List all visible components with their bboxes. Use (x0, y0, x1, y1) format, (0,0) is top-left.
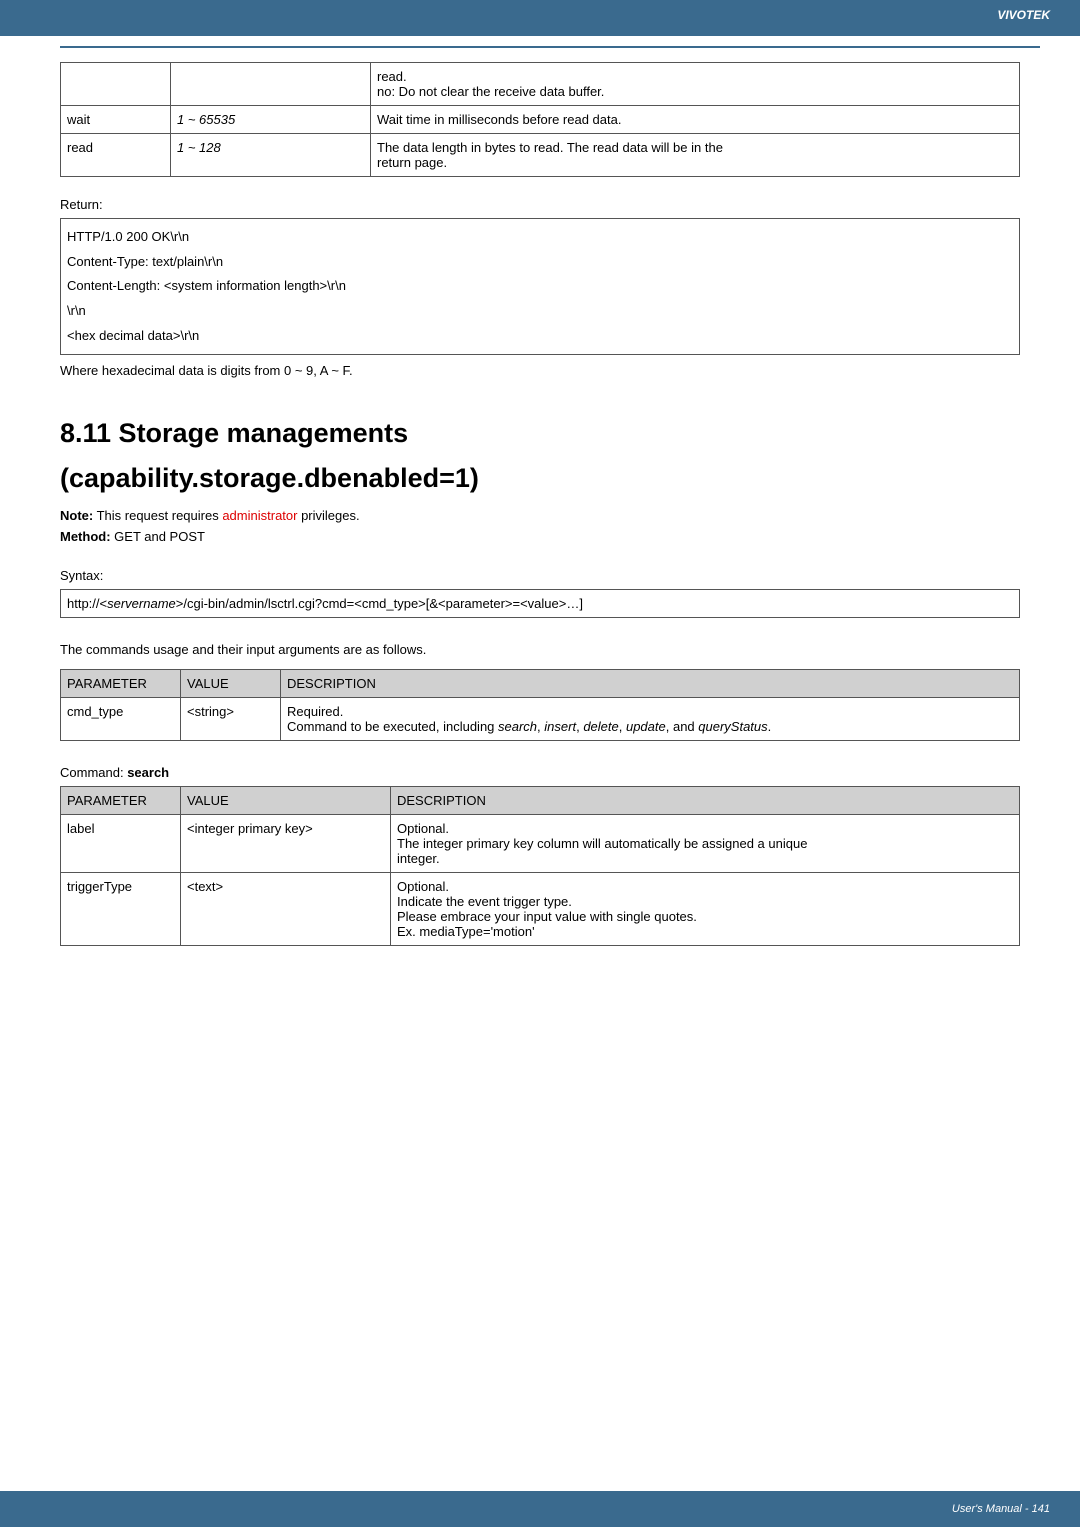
cell-text: no: Do not clear the receive data buffer… (377, 84, 1013, 99)
table-row: label <integer primary key> Optional. Th… (61, 815, 1020, 873)
cell-text: Command to be executed, including search… (287, 719, 1013, 734)
hex-note: Where hexadecimal data is digits from 0 … (60, 363, 1020, 378)
method-prefix: Method: (60, 529, 111, 544)
brand-label: VIVOTEK (997, 8, 1050, 22)
cell-param: triggerType (61, 873, 181, 946)
cell-desc: Optional. The integer primary key column… (391, 815, 1020, 873)
cell-text: The integer primary key column will auto… (397, 836, 1013, 851)
return-line: HTTP/1.0 200 OK\r\n (67, 225, 1013, 250)
table-header: PARAMETER VALUE DESCRIPTION (61, 670, 1020, 698)
cell-value: <integer primary key> (181, 815, 391, 873)
cmd-word: update (626, 719, 666, 734)
cell-param: read (61, 134, 171, 177)
syntax-text: >/cgi-bin/admin/lsctrl.cgi?cmd=<cmd_type… (176, 596, 583, 611)
cell-text: Please embrace your input value with sin… (397, 909, 1013, 924)
method-text: GET and POST (111, 529, 205, 544)
cell-desc: Optional. Indicate the event trigger typ… (391, 873, 1020, 946)
syntax-label: Syntax: (60, 568, 1020, 583)
param-table-2: PARAMETER VALUE DESCRIPTION label <integ… (60, 786, 1020, 946)
cmd-word: queryStatus (698, 719, 767, 734)
cell-empty (171, 63, 371, 106)
section-heading-1: 8.11 Storage managements (60, 418, 1020, 449)
table-row: read. no: Do not clear the receive data … (61, 63, 1020, 106)
table-row: cmd_type <string> Required. Command to b… (61, 698, 1020, 741)
cell-desc: read. no: Do not clear the receive data … (371, 63, 1020, 106)
return-label: Return: (60, 197, 1020, 212)
usage-line: The commands usage and their input argum… (60, 642, 1020, 657)
cmd-sep: , and (666, 719, 699, 734)
header-description: DESCRIPTION (281, 670, 1020, 698)
cell-text: Required. (287, 704, 1013, 719)
header-value: VALUE (181, 670, 281, 698)
cell-text: return page. (377, 155, 1013, 170)
command-name: search (127, 765, 169, 780)
section-heading-2: (capability.storage.dbenabled=1) (60, 463, 1020, 494)
cell-text: integer. (397, 851, 1013, 866)
header-parameter: PARAMETER (61, 787, 181, 815)
cmd-word: search (498, 719, 537, 734)
cell-param: cmd_type (61, 698, 181, 741)
syntax-server: servername (107, 596, 176, 611)
cell-value: <text> (181, 873, 391, 946)
return-line: <hex decimal data>\r\n (67, 324, 1013, 349)
cell-value: 1 ~ 65535 (171, 106, 371, 134)
cell-param: label (61, 815, 181, 873)
cell-text: Optional. (397, 821, 1013, 836)
header-description: DESCRIPTION (391, 787, 1020, 815)
cell-desc: The data length in bytes to read. The re… (371, 134, 1020, 177)
syntax-text: http://< (67, 596, 107, 611)
table-row: wait 1 ~ 65535 Wait time in milliseconds… (61, 106, 1020, 134)
cell-text: Optional. (397, 879, 1013, 894)
note-prefix: Note: (60, 508, 93, 523)
command-label: Command: search (60, 765, 1020, 780)
cell-empty (61, 63, 171, 106)
table-header: PARAMETER VALUE DESCRIPTION (61, 787, 1020, 815)
cell-text: Ex. mediaType='motion' (397, 924, 1013, 939)
cmd-word: insert (544, 719, 576, 734)
note-text: This request requires (93, 508, 222, 523)
note-text: privileges. (297, 508, 359, 523)
return-line: Content-Type: text/plain\r\n (67, 250, 1013, 275)
footer-text: User's Manual - 141 (952, 1503, 1050, 1515)
table-row: read 1 ~ 128 The data length in bytes to… (61, 134, 1020, 177)
syntax-box: http://<servername>/cgi-bin/admin/lsctrl… (60, 589, 1020, 618)
cell-text: read. (377, 69, 1013, 84)
return-box: HTTP/1.0 200 OK\r\n Content-Type: text/p… (60, 218, 1020, 355)
cmd-sep: , (619, 719, 626, 734)
command-prefix: Command: (60, 765, 127, 780)
header-parameter: PARAMETER (61, 670, 181, 698)
cell-desc: Wait time in milliseconds before read da… (371, 106, 1020, 134)
cmd-word: delete (583, 719, 618, 734)
top-parameter-table: read. no: Do not clear the receive data … (60, 62, 1020, 177)
return-line: Content-Length: <system information leng… (67, 274, 1013, 299)
table-row: triggerType <text> Optional. Indicate th… (61, 873, 1020, 946)
note-block: Note: This request requires administrato… (60, 508, 1020, 523)
header-bar: VIVOTEK (0, 0, 1080, 36)
method-block: Method: GET and POST (60, 529, 1020, 544)
cell-value: 1 ~ 128 (171, 134, 371, 177)
cell-desc: Required. Command to be executed, includ… (281, 698, 1020, 741)
cell-text: Indicate the event trigger type. (397, 894, 1013, 909)
footer-bar: User's Manual - 141 (0, 1491, 1080, 1527)
cell-value: <string> (181, 698, 281, 741)
header-value: VALUE (181, 787, 391, 815)
cell-param: wait (61, 106, 171, 134)
cmd-prefix: Command to be executed, including (287, 719, 498, 734)
note-admin: administrator (222, 508, 297, 523)
cell-text: The data length in bytes to read. The re… (377, 140, 1013, 155)
param-table-1: PARAMETER VALUE DESCRIPTION cmd_type <st… (60, 669, 1020, 741)
return-line: \r\n (67, 299, 1013, 324)
cmd-end: . (768, 719, 772, 734)
page-content: read. no: Do not clear the receive data … (0, 48, 1080, 946)
